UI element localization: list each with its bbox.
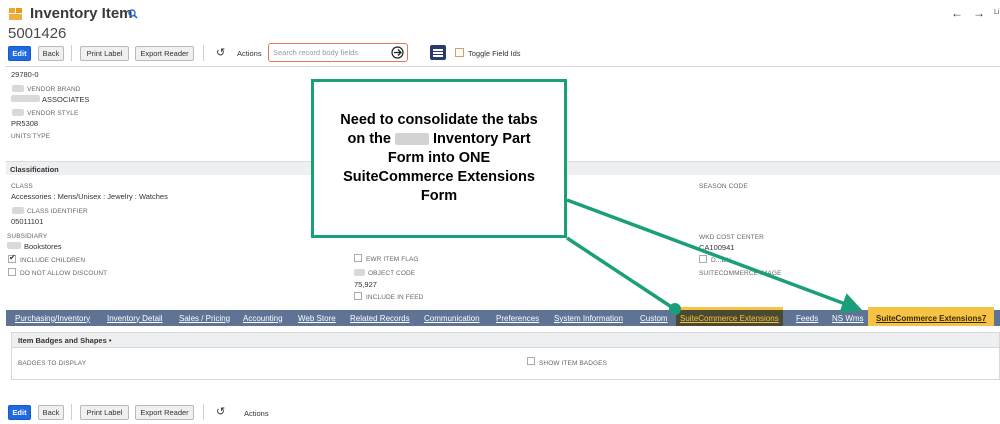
- redacted-label: [12, 109, 24, 116]
- back-arrow-icon[interactable]: ←: [951, 6, 963, 20]
- show-item-badges-checkbox[interactable]: [527, 357, 535, 365]
- print-label-button[interactable]: Print Label: [80, 46, 129, 61]
- tab-web-store[interactable]: Web Store: [298, 310, 336, 326]
- tab-accounting[interactable]: Accounting: [243, 310, 283, 326]
- include-in-feed-label: INCLUDE IN FEED: [366, 294, 424, 301]
- arrow-to-suitecommerce7-tab: [566, 198, 863, 313]
- redacted-value: [11, 95, 40, 102]
- include-children-label: INCLUDE CHILDREN: [20, 257, 86, 264]
- subsidiary-label: SUBSIDIARY: [7, 233, 48, 240]
- wkd-cost-center-value: CA100941: [699, 243, 735, 252]
- class-value: Accessories : Mens/Unisex : Jewelry : Wa…: [11, 192, 168, 201]
- callout-line-1: Need to consolidate the tabs: [340, 112, 538, 128]
- do-not-allow-discount-label: DO NOT ALLOW DISCOUNT: [20, 270, 108, 277]
- vendor-style-value: PR5308: [11, 119, 39, 128]
- vendor-brand-label: VENDOR BRAND: [27, 86, 81, 93]
- tab-related-records[interactable]: Related Records: [350, 310, 410, 326]
- class-identifier-label: CLASS IDENTIFIER: [27, 208, 88, 215]
- item-badges-section-header[interactable]: Item Badges and Shapes •: [11, 332, 1000, 348]
- suitecommerce-image-label: SUITECOMMERCE IMAGE: [699, 270, 782, 277]
- class-identifier-value: 05011101: [11, 217, 44, 226]
- edit-button-bottom[interactable]: Edit: [8, 405, 31, 420]
- callout-line-2-post: Inventory Part: [433, 131, 531, 147]
- print-label-button-bottom[interactable]: Print Label: [80, 405, 129, 420]
- ewr-item-flag-checkbox[interactable]: [354, 254, 362, 262]
- subtab-bar: Purchasing/Inventory Inventory Detail Sa…: [6, 307, 1000, 326]
- actions-menu-bottom[interactable]: Actions: [244, 409, 269, 418]
- search-icon[interactable]: [128, 9, 138, 19]
- show-item-badges-label: SHOW ITEM BADGES: [539, 360, 608, 367]
- toggle-field-ids-checkbox[interactable]: [455, 48, 464, 57]
- tab-custom[interactable]: Custom: [640, 310, 668, 326]
- right-column-checkbox-label: D...DN: [711, 257, 732, 264]
- ewr-item-flag-label: EWR ITEM FLAG: [366, 256, 419, 263]
- include-in-feed-checkbox[interactable]: [354, 292, 362, 300]
- callout-line-3: Form into ONE: [387, 150, 491, 166]
- object-code-value: 75,927: [354, 280, 377, 289]
- tab-system-information[interactable]: System Information: [554, 310, 623, 326]
- item-badges-title: Item Badges and Shapes •: [18, 336, 112, 345]
- tab-feeds[interactable]: Feeds: [796, 310, 818, 326]
- tab-purchasing-inventory[interactable]: Purchasing/Inventory: [15, 310, 90, 326]
- go-arrow-icon[interactable]: [391, 46, 404, 59]
- redacted-label: [12, 207, 24, 214]
- record-search-field[interactable]: [268, 43, 408, 62]
- inventory-item-icon: [9, 8, 23, 20]
- toolbar-divider: [71, 404, 72, 420]
- record-search-input[interactable]: [273, 44, 385, 61]
- units-type-label: UNITS TYPE: [11, 133, 51, 140]
- tab-communication[interactable]: Communication: [424, 310, 480, 326]
- edit-button[interactable]: Edit: [8, 46, 31, 61]
- arrow-to-suitecommerce-tab: [566, 236, 674, 310]
- record-id: 5001426: [8, 25, 67, 42]
- back-button[interactable]: Back: [38, 46, 64, 61]
- class-label: CLASS: [11, 183, 33, 190]
- forward-arrow-icon[interactable]: →: [973, 6, 985, 20]
- toolbar-divider: [203, 45, 204, 61]
- tab-suitecommerce-extensions[interactable]: SuiteCommerce Extensions: [676, 307, 783, 326]
- tab-sales-pricing[interactable]: Sales / Pricing: [179, 310, 230, 326]
- export-reader-button[interactable]: Export Reader: [135, 46, 194, 61]
- season-code-label: SEASON CODE: [699, 183, 748, 190]
- callout-line-5: Form: [420, 188, 458, 204]
- redacted-company-name: [395, 133, 429, 146]
- toolbar-divider: [203, 404, 204, 420]
- object-code-label: OBJECT CODE: [368, 270, 416, 277]
- include-children-checkbox[interactable]: [8, 253, 16, 263]
- classification-title: Classification: [10, 165, 59, 174]
- right-column-checkbox[interactable]: [699, 255, 707, 263]
- export-reader-button-bottom[interactable]: Export Reader: [135, 405, 194, 420]
- redacted-label: [12, 85, 24, 92]
- undo-icon[interactable]: ↺: [216, 405, 225, 418]
- toggle-field-ids-label: Toggle Field Ids: [468, 49, 521, 58]
- toolbar-divider: [71, 45, 72, 61]
- redacted-label: [354, 269, 365, 276]
- actions-menu[interactable]: Actions: [237, 49, 262, 58]
- undo-icon[interactable]: ↺: [216, 46, 225, 59]
- wkd-cost-center-label: WKD COST CENTER: [699, 234, 764, 241]
- tab-ns-wms[interactable]: NS Wms: [832, 310, 864, 326]
- header-divider: [5, 66, 1000, 67]
- badges-to-display-label: BADGES TO DISPLAY: [18, 360, 87, 367]
- callout-line-4: SuiteCommerce Extensions: [343, 169, 535, 185]
- redacted-value: [7, 242, 21, 249]
- tab-preferences[interactable]: Preferences: [496, 310, 539, 326]
- item-number-value: 29780-0: [11, 70, 39, 79]
- subsidiary-value: Bookstores: [24, 242, 62, 251]
- tab-suitecommerce-extensions7[interactable]: SuiteCommerce Extensions7: [868, 307, 995, 326]
- vendor-style-label: VENDOR STYLE: [27, 110, 79, 117]
- annotation-callout: Need to consolidate the tabs on the Inve…: [311, 79, 567, 238]
- item-badges-panel: [11, 348, 1000, 380]
- back-button-bottom[interactable]: Back: [38, 405, 64, 420]
- page-title: Inventory Item: [30, 5, 133, 22]
- tab-inventory-detail[interactable]: Inventory Detail: [107, 310, 163, 326]
- do-not-allow-discount-checkbox[interactable]: [8, 268, 16, 276]
- callout-line-2-pre: on the: [347, 131, 391, 147]
- list-link[interactable]: Li: [994, 9, 999, 16]
- vendor-brand-value: ASSOCIATES: [42, 95, 90, 104]
- field-ids-icon[interactable]: [430, 45, 446, 60]
